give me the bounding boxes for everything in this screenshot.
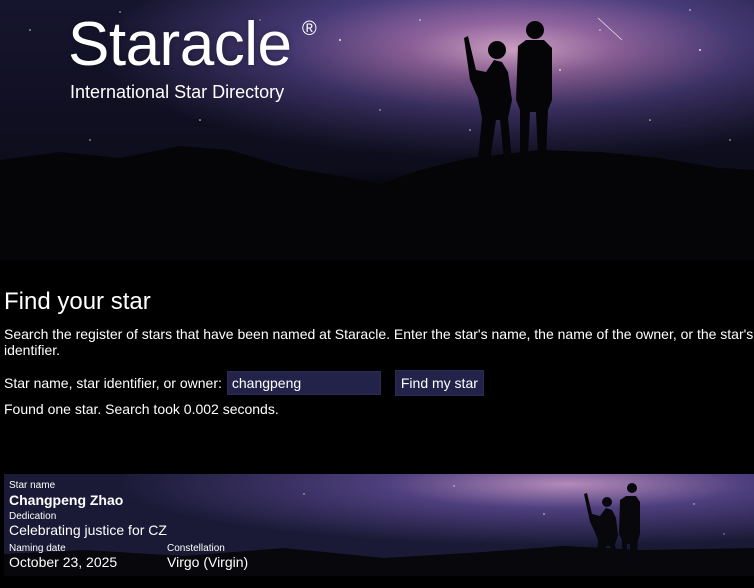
naming-date-label: Naming date (9, 543, 66, 554)
brand-logo[interactable]: Staracle ® International Star Directory (68, 10, 317, 103)
star-result-card[interactable]: Star name Changpeng Zhao Dedication Cele… (4, 474, 754, 576)
page-title: Find your star (4, 288, 151, 315)
brand-title: Staracle (68, 10, 292, 79)
star-name-value[interactable]: Changpeng Zhao (9, 492, 123, 508)
dedication-label: Dedication (9, 511, 57, 522)
search-description: Search the register of stars that have b… (4, 326, 754, 358)
registered-mark: ® (302, 18, 317, 40)
find-star-section: Find your star Search the register of st… (4, 288, 754, 417)
star-name-label: Star name (9, 480, 56, 491)
find-my-star-button[interactable]: Find my star (394, 370, 484, 396)
dedication-value: Celebrating justice for CZ (9, 522, 167, 538)
constellation-value: Virgo (Virgin) (167, 554, 249, 570)
search-input[interactable] (226, 371, 381, 395)
search-label: Star name, star identifier, or owner: (4, 375, 222, 391)
search-form: Star name, star identifier, or owner: Fi… (4, 370, 754, 396)
hero-banner: Staracle ® International Star Directory (0, 0, 754, 260)
constellation-label: Constellation (167, 543, 225, 554)
page: Staracle ® International Star Directory … (0, 0, 754, 588)
naming-date-value: October 23, 2025 (9, 554, 118, 570)
search-result-message: Found one star. Search took 0.002 second… (4, 401, 279, 417)
brand-subtitle: International Star Directory (70, 82, 285, 102)
